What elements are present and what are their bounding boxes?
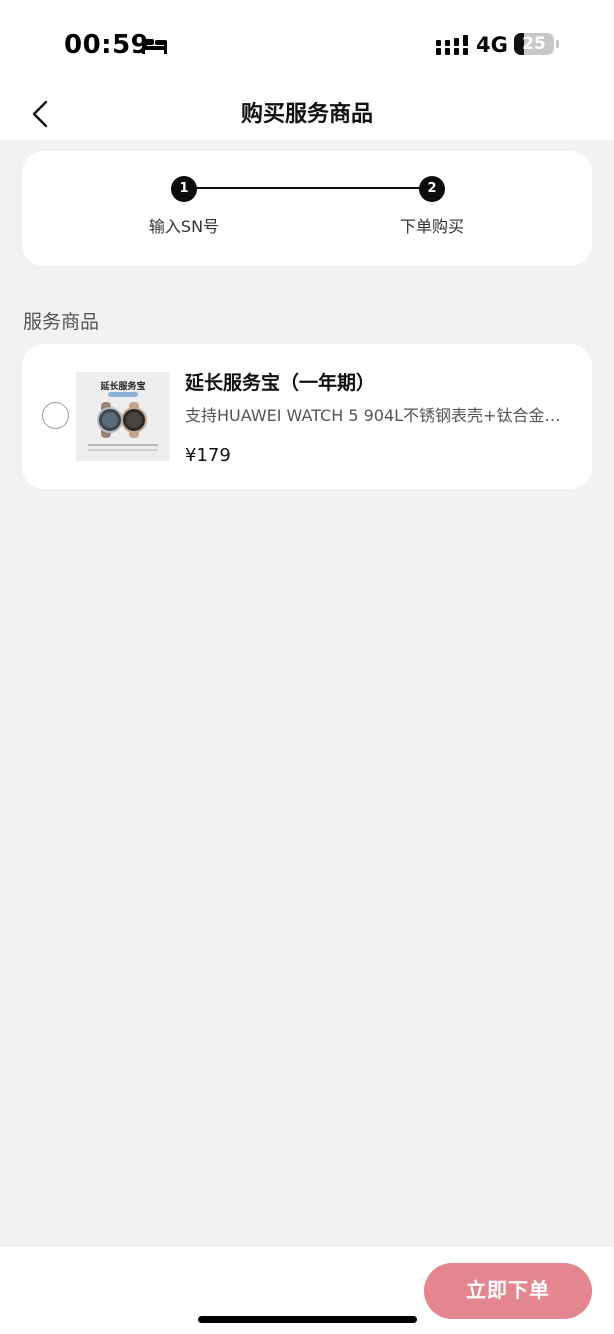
status-time: 00:59 [64, 30, 150, 60]
home-indicator[interactable] [198, 1316, 417, 1323]
network-type: 4G [476, 33, 508, 57]
product-card[interactable]: 延长服务宝 延长服务宝（一年期） 支持HUAWEI WATCH 5 904L不锈… [22, 344, 592, 489]
thumbnail-title: 延长服务宝 [100, 382, 146, 392]
thumbnail-caption [88, 444, 158, 446]
status-bar: 00:59 4G 25 [0, 0, 614, 88]
battery-icon: 25 [514, 33, 554, 55]
product-thumbnail: 延长服务宝 [76, 372, 170, 461]
product-name: 延长服务宝（一年期） [185, 372, 376, 394]
battery-tip [556, 40, 559, 48]
watch-icon [97, 402, 147, 438]
thumbnail-tag [108, 392, 138, 397]
battery-level: 25 [522, 34, 546, 54]
sleep-bed-icon [142, 36, 167, 54]
step-connector-line [184, 187, 432, 189]
product-price: ¥179 [185, 445, 231, 466]
step-1-indicator: 1 [171, 176, 197, 202]
steps-progress-card: 1 2 输入SN号 下单购买 [22, 151, 592, 266]
step-1-label: 输入SN号 [148, 217, 220, 236]
place-order-button[interactable]: 立即下单 [424, 1263, 592, 1319]
step-2-indicator: 2 [419, 176, 445, 202]
signal-icon [436, 35, 468, 55]
product-description: 支持HUAWEI WATCH 5 904L不锈钢表壳+钛合金… [185, 406, 561, 425]
section-title: 服务商品 [23, 311, 100, 333]
page-title: 购买服务商品 [240, 102, 373, 127]
nav-bar: 购买服务商品 [0, 88, 614, 140]
screen: 00:59 4G 25 购买服务商品 1 2 输入SN号 下单购买 服务商品 延… [0, 0, 614, 1334]
product-select-radio[interactable] [42, 402, 69, 429]
step-2-label: 下单购买 [399, 217, 464, 236]
